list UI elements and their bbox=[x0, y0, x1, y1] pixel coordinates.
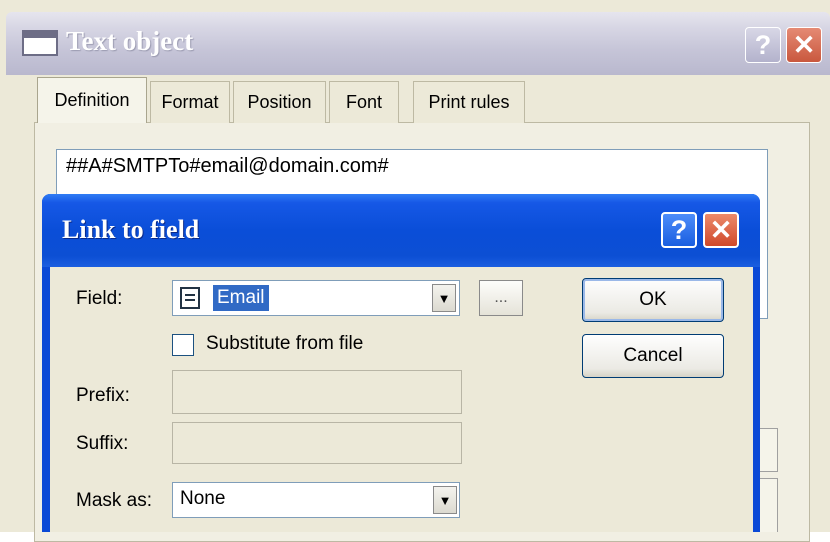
substitute-from-file-checkbox[interactable] bbox=[172, 334, 194, 356]
outer-window-title: Text object bbox=[66, 26, 194, 56]
background-button-fragment bbox=[758, 428, 778, 472]
suffix-label: Suffix: bbox=[76, 433, 129, 454]
substitute-from-file-label[interactable]: Substitute from file bbox=[206, 333, 363, 355]
tab-position[interactable]: Position bbox=[233, 81, 326, 123]
window-icon bbox=[22, 30, 58, 56]
ok-button[interactable]: OK bbox=[582, 278, 724, 322]
mask-as-value: None bbox=[180, 488, 226, 509]
mask-as-label: Mask as: bbox=[76, 490, 153, 511]
document-icon bbox=[180, 287, 200, 309]
dialog-close-button[interactable]: ✕ bbox=[703, 212, 739, 248]
tab-print-rules[interactable]: Print rules bbox=[413, 81, 525, 123]
field-dropdown-button[interactable]: ▼ bbox=[432, 284, 456, 312]
dialog-title: Link to field bbox=[62, 215, 200, 244]
field-browse-button[interactable]: ... bbox=[479, 280, 523, 316]
prefix-label: Prefix: bbox=[76, 385, 130, 406]
tab-font[interactable]: Font bbox=[329, 81, 399, 123]
tab-definition[interactable]: Definition bbox=[37, 77, 147, 123]
mask-dropdown-button[interactable]: ▼ bbox=[433, 486, 457, 514]
field-label: Field: bbox=[76, 288, 123, 309]
outer-close-button[interactable]: ✕ bbox=[786, 27, 822, 63]
suffix-input[interactable] bbox=[172, 422, 462, 464]
prefix-input[interactable] bbox=[172, 370, 462, 414]
background-button-fragment bbox=[758, 478, 778, 532]
definition-text: ##A#SMTPTo#email@domain.com# bbox=[66, 155, 389, 177]
cancel-button[interactable]: Cancel bbox=[582, 334, 724, 378]
field-selected-value[interactable]: Email bbox=[213, 285, 269, 311]
dialog-help-button[interactable]: ? bbox=[661, 212, 697, 248]
outer-help-button[interactable]: ? bbox=[745, 27, 781, 63]
tab-format[interactable]: Format bbox=[150, 81, 230, 123]
